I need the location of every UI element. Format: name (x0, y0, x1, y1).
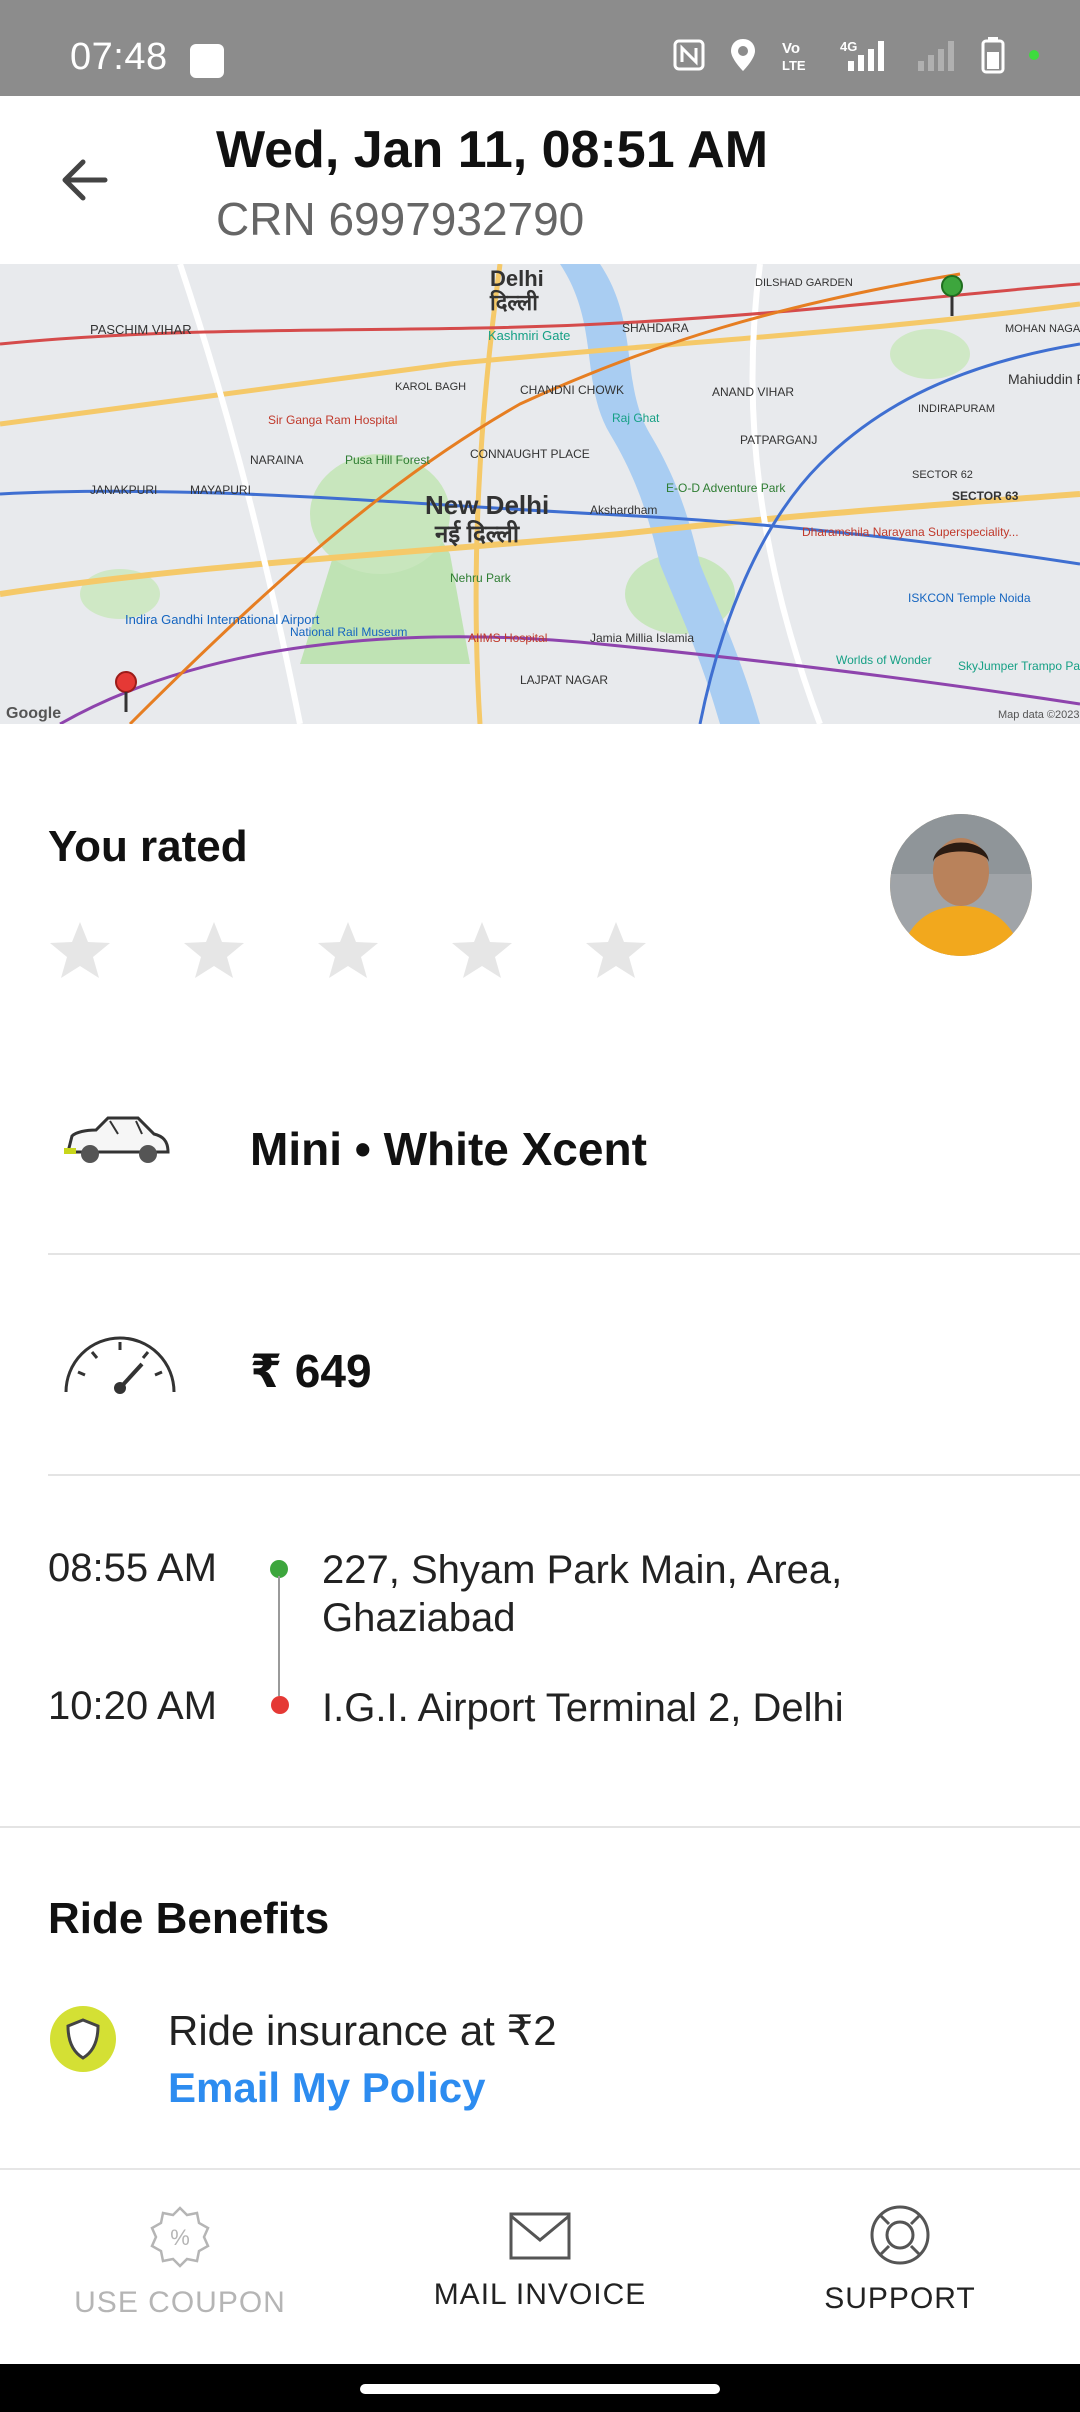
svg-text:LTE: LTE (782, 58, 806, 73)
map-label-rail-museum: National Rail Museum (290, 625, 407, 639)
home-gesture-handle[interactable] (360, 2384, 720, 2394)
map-label-mohan: MOHAN NAGAR (1005, 323, 1080, 335)
drop-address: I.G.I. Airport Terminal 2, Delhi (322, 1686, 844, 1730)
mail-invoice-button[interactable]: MAIL INVOICE (390, 2210, 690, 2312)
map-label-raj-ghat: Raj Ghat (612, 411, 660, 425)
fare-amount: ₹ 649 (250, 1345, 372, 1397)
star-4-icon[interactable] (450, 918, 514, 982)
notification-icon (190, 44, 224, 78)
driver-avatar (890, 814, 1032, 956)
svg-text:Vo: Vo (782, 40, 800, 57)
vehicle-info: Mini • White Xcent (250, 1123, 647, 1175)
map-label-sector62: SECTOR 62 (912, 469, 973, 481)
status-time: 07:48 (70, 36, 168, 78)
charging-dot-icon (1028, 49, 1040, 61)
drop-time: 10:20 AM (48, 1684, 218, 1728)
map-label-delhi: Delhi (490, 266, 544, 291)
coupon-icon: % (150, 2206, 210, 2268)
mail-invoice-label: MAIL INVOICE (433, 2278, 647, 2311)
map-data-credit: Map data ©2023 (998, 709, 1080, 721)
rating-stars[interactable] (48, 918, 648, 982)
map-label-jamia: Jamia Millia Islamia (590, 631, 694, 645)
battery-icon (980, 36, 1006, 74)
shield-icon (50, 2006, 116, 2072)
map-label-mayapuri: MAYAPURI (190, 483, 251, 497)
map-label-anand-vihar: ANAND VIHAR (712, 385, 794, 399)
map-label-karol-bagh: KAROL BAGH (395, 381, 466, 393)
map-label-dilshad: DILSHAD GARDEN (755, 277, 853, 289)
support-button[interactable]: SUPPORT (750, 2204, 1050, 2316)
map-label-new-delhi: New Delhi (425, 490, 549, 520)
divider (48, 1474, 1080, 1476)
volte-icon: Vo LTE (780, 37, 818, 73)
map-label-mahiuddin: Mahiuddin Pur Kanawni (1008, 371, 1080, 387)
map-label-eod: E-O-D Adventure Park (666, 481, 786, 495)
map-label-worlds: Worlds of Wonder (836, 653, 932, 667)
bottom-actions-bar: % USE COUPON MAIL INVOICE SUPPORT (0, 2168, 1080, 2366)
back-arrow-icon[interactable] (55, 150, 115, 210)
car-icon (62, 1112, 172, 1173)
pickup-time: 08:55 AM (48, 1546, 218, 1590)
map-label-patparganj: PATPARGANJ (740, 433, 817, 447)
star-1-icon[interactable] (48, 918, 112, 982)
map-label-dharamshila: Dharamshila Narayana Superspeciality... (802, 525, 1019, 539)
map-label-new-delhi-hi: नई दिल्ली (434, 520, 520, 548)
map-label-delhi-hi: दिल्ली (489, 289, 539, 315)
svg-text:4G: 4G (840, 39, 857, 54)
svg-text:%: % (170, 2225, 190, 2250)
nfc-icon (672, 38, 706, 72)
divider (0, 1826, 1080, 1828)
map-label-chandni: CHANDNI CHOWK (520, 383, 624, 397)
star-2-icon[interactable] (182, 918, 246, 982)
header: Wed, Jan 11, 08:51 AM CRN 6997932790 (0, 96, 1080, 264)
map-label-paschim-vihar: PASCHIM VIHAR (90, 322, 192, 337)
map-label-indirapuram: INDIRAPURAM (918, 403, 995, 415)
map-label-sir-ganga: Sir Ganga Ram Hospital (268, 413, 397, 427)
map-label-iskcon: ISKCON Temple Noida (908, 591, 1031, 605)
map-label-connaught: CONNAUGHT PLACE (470, 447, 590, 461)
map-label-pusa: Pusa Hill Forest (345, 453, 430, 467)
map-label-janakpuri: JANAKPURI (90, 483, 157, 497)
map-label-skyjumper: SkyJumper Trampo Park - Noida Spectru (958, 659, 1080, 673)
rating-title: You rated (48, 822, 248, 871)
star-5-icon[interactable] (584, 918, 648, 982)
email-policy-link[interactable]: Email My Policy (168, 2064, 485, 2112)
map-label-aiims: AIIMS Hospital (468, 631, 547, 645)
location-icon (728, 37, 758, 73)
status-icons: Vo LTE 4G (672, 36, 1040, 74)
map-google-logo: Google (6, 705, 61, 722)
ride-benefits-title: Ride Benefits (48, 1894, 330, 1943)
support-lifebuoy-icon (870, 2205, 930, 2265)
signal-4g-icon: 4G (840, 37, 892, 73)
use-coupon-button[interactable]: % USE COUPON (30, 2204, 330, 2320)
mail-icon (509, 2212, 571, 2260)
map-label-kashmiri: Kashmiri Gate (488, 328, 570, 343)
map-label-shahdara: SHAHDARA (622, 321, 689, 335)
use-coupon-label: USE COUPON (74, 2286, 286, 2319)
pickup-address: 227, Shyam Park Main, Area, Ghaziabad (322, 1548, 843, 1640)
map-label-nehru-park: Nehru Park (450, 571, 512, 585)
speedometer-icon (62, 1328, 178, 1399)
map-label-naraina: NARAINA (250, 453, 303, 467)
ride-date-title: Wed, Jan 11, 08:51 AM (216, 121, 769, 179)
system-nav-bar (0, 2364, 1080, 2412)
route-line (278, 1576, 280, 1696)
map-label-sector63: SECTOR 63 (952, 489, 1019, 503)
status-bar: 07:48 Vo LTE 4G (0, 0, 1080, 96)
star-3-icon[interactable] (316, 918, 380, 982)
map-label-lajpat: LAJPAT NAGAR (520, 673, 608, 687)
support-label: SUPPORT (824, 2282, 976, 2315)
divider (48, 1253, 1080, 1255)
drop-dot (271, 1696, 289, 1714)
crn-number: CRN 6997932790 (216, 193, 585, 245)
insurance-text: Ride insurance at ₹2 (168, 2007, 557, 2054)
ride-map[interactable]: Delhi दिल्ली New Delhi नई दिल्ली PASCHIM… (0, 264, 1080, 724)
map-label-akshardham: Akshardham (590, 503, 657, 517)
signal-weak-icon (914, 37, 958, 73)
